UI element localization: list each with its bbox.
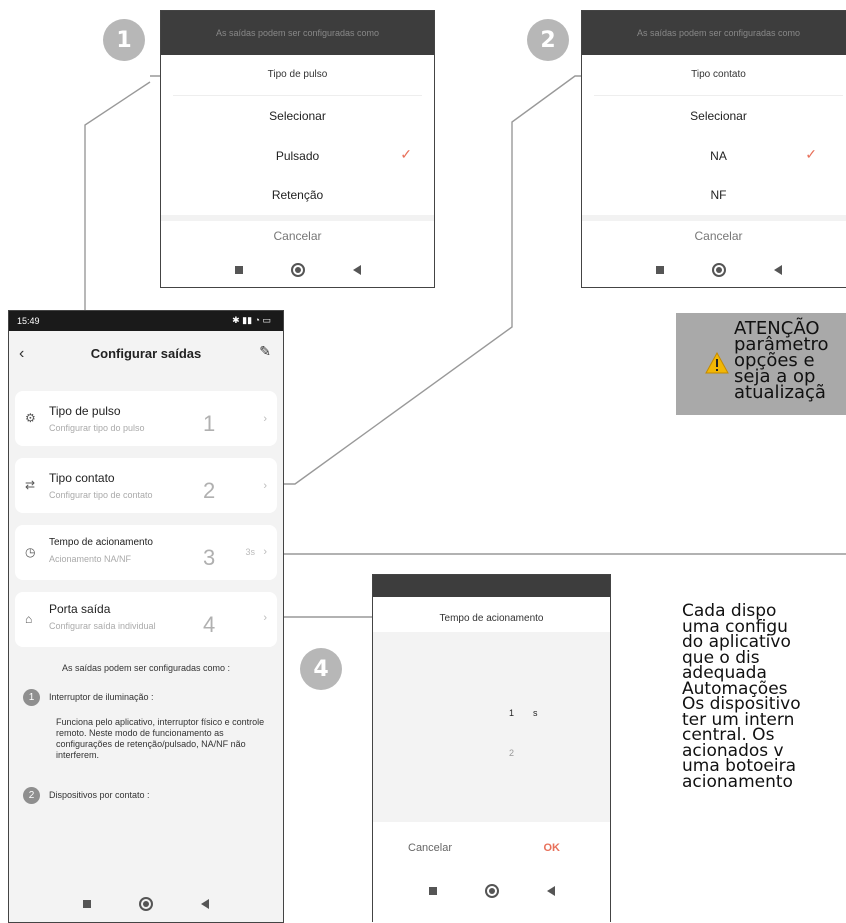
recents-icon[interactable] [428,887,437,895]
phone-screen: 15:49 ✱ ▮▮ ◔ ▭ ‹ Configurar saídas ✎ ⚙ T… [8,310,284,923]
home-icon[interactable] [711,263,726,277]
recents-icon[interactable] [83,900,91,908]
activation-time-dialog: Tempo de acionamento 1 s 2 Cancelar OK [372,574,611,922]
option-retencao[interactable]: Retenção [161,188,434,202]
cancel-button[interactable]: Cancelar [161,229,434,243]
dialog-title: Tempo de acionamento [439,613,544,624]
option-nf[interactable]: NF [582,188,846,202]
note1-title: Interruptor de iluminação : [49,692,154,702]
gear-icon: ⚙ [25,411,36,425]
step-badge-2: 2 [527,19,569,61]
back-icon[interactable] [773,265,782,275]
android-navbar [9,897,283,911]
android-navbar [161,263,434,277]
door-icon: ⌂ [25,612,33,626]
status-time: 15:49 [17,316,40,326]
note2-title: Dispositivos por contato : [49,790,150,800]
status-bar: 15:49 ✱ ▮▮ ◔ ▭ [9,311,283,331]
ok-button[interactable]: OK [544,842,561,854]
clock-icon: ◷ [25,545,36,559]
warning-box: ATENÇÃO parâmetro opções e seja a op atu… [676,313,846,415]
edit-icon[interactable]: ✎ [259,343,271,360]
recents-icon[interactable] [655,266,664,274]
chevron-right-icon: › [263,612,267,624]
dialog-backdrop-header [373,575,610,597]
back-icon[interactable] [201,899,209,909]
chevron-right-icon: › [263,480,267,492]
check-icon: ✓ [400,146,412,162]
setting-item-output-port[interactable]: ⌂ Porta saída Configurar saída individua… [15,592,277,647]
cancel-button[interactable]: Cancelar [582,229,846,243]
sliders-icon: ⇄ [25,478,36,492]
home-icon[interactable] [484,884,499,898]
notes-title: As saídas podem ser configuradas como : [61,663,231,673]
contact-type-dialog: As saídas podem ser configuradas como Ti… [581,10,846,288]
picker-selected-value: 1 [509,708,515,718]
home-icon[interactable] [290,263,305,277]
back-icon[interactable] [546,886,555,896]
option-selecionar[interactable]: Selecionar [582,109,846,123]
dialog-title: Tipo contato [691,69,746,80]
dialog-sheet: Tipo contato Selecionar NA ✓ NF Cancelar [582,55,846,287]
dialog-sheet: Tempo de acionamento 1 s 2 Cancelar OK [373,597,610,922]
step-badge-1: 1 [103,19,145,61]
warning-icon [705,352,729,374]
recents-icon[interactable] [234,266,243,274]
setting-item-pulse-type[interactable]: ⚙ Tipo de pulso Configurar tipo do pulso… [15,391,277,446]
warning-text: ATENÇÃO parâmetro opções e seja a op atu… [734,318,829,403]
step-badge-4: 4 [300,648,342,690]
note-badge-1: 1 [23,689,40,706]
back-icon[interactable] [352,265,361,275]
activation-time-value: 3s [245,547,255,557]
picker-next-value: 2 [509,748,515,758]
pulse-type-dialog: As saídas podem ser configuradas como Ti… [160,10,435,288]
cancel-button[interactable]: Cancelar [408,842,452,854]
android-navbar [373,884,610,898]
dialog-backdrop-header: As saídas podem ser configuradas como [161,11,434,55]
number-picker[interactable]: 1 s 2 [373,632,610,822]
app-header: ‹ Configurar saídas ✎ [9,331,283,377]
check-icon: ✓ [805,146,817,162]
option-selecionar[interactable]: Selecionar [161,109,434,123]
setting-item-contact-type[interactable]: ⇄ Tipo contato Configurar tipo de contat… [15,458,277,513]
connector-1 [84,81,151,348]
note1-body: Funciona pelo aplicativo, interruptor fí… [56,717,265,760]
note-badge-2: 2 [23,787,40,804]
setting-item-activation-time[interactable]: ◷ Tempo de acionamento Acionamento NA/NF… [15,525,277,580]
dialog-title: Tipo de pulso [267,69,328,80]
status-icons: ✱ ▮▮ ◔ ▭ [232,315,271,325]
chevron-right-icon: › [263,546,267,558]
dialog-sheet: Tipo de pulso Selecionar Pulsado ✓ Reten… [161,55,434,287]
description-paragraph: Cada dispo uma configu do aplicativo que… [682,601,801,792]
dialog-backdrop-header: As saídas podem ser configuradas como [582,11,846,55]
option-pulsado[interactable]: Pulsado [161,149,434,163]
chevron-right-icon: › [263,413,267,425]
home-icon[interactable] [139,897,153,911]
page-title: Configurar saídas [90,346,202,361]
android-navbar [582,263,846,277]
picker-unit: s [533,708,538,718]
